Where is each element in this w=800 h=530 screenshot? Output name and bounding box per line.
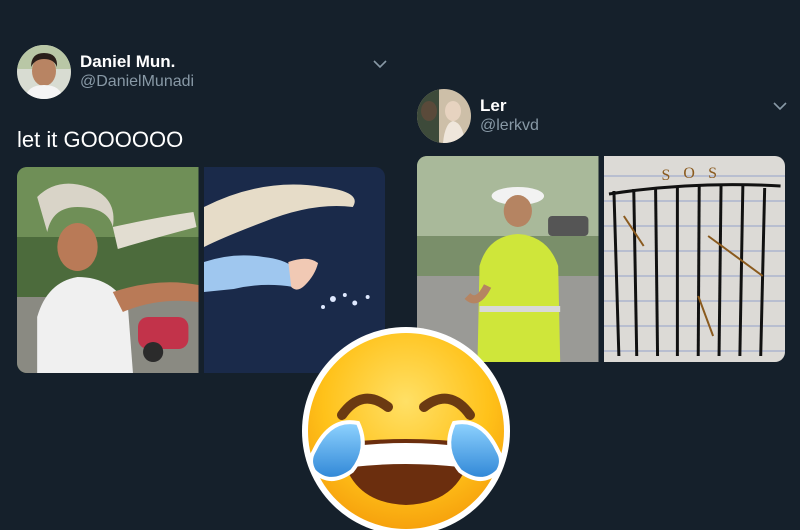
svg-text:O: O <box>683 165 694 182</box>
chevron-down-icon[interactable] <box>773 101 787 111</box>
tweet-text: let it GOOOOOO <box>17 127 184 152</box>
username-handle[interactable]: @DanielMunadi <box>80 73 194 91</box>
media-image-2[interactable]: SOS <box>603 156 785 362</box>
display-name[interactable]: Daniel Mun. <box>80 52 175 72</box>
tweet-daniel: Daniel Mun. @DanielMunadi let it GOOOOOO <box>0 0 400 380</box>
avatar[interactable] <box>17 45 71 99</box>
tweet-ler: Ler @lerkvd S O S <box>400 0 800 380</box>
svg-text:S: S <box>661 167 670 184</box>
avatar[interactable] <box>417 89 471 143</box>
tweet-screenshot: Daniel Mun. @DanielMunadi let it GOOOOOO <box>0 0 800 530</box>
username-handle[interactable]: @lerkvd <box>480 117 539 135</box>
svg-text:S: S <box>708 165 717 182</box>
display-name[interactable]: Ler <box>480 96 506 116</box>
face-with-tears-of-joy-icon <box>302 327 510 530</box>
media-image-1[interactable] <box>17 167 199 373</box>
chevron-down-icon[interactable] <box>373 59 387 69</box>
